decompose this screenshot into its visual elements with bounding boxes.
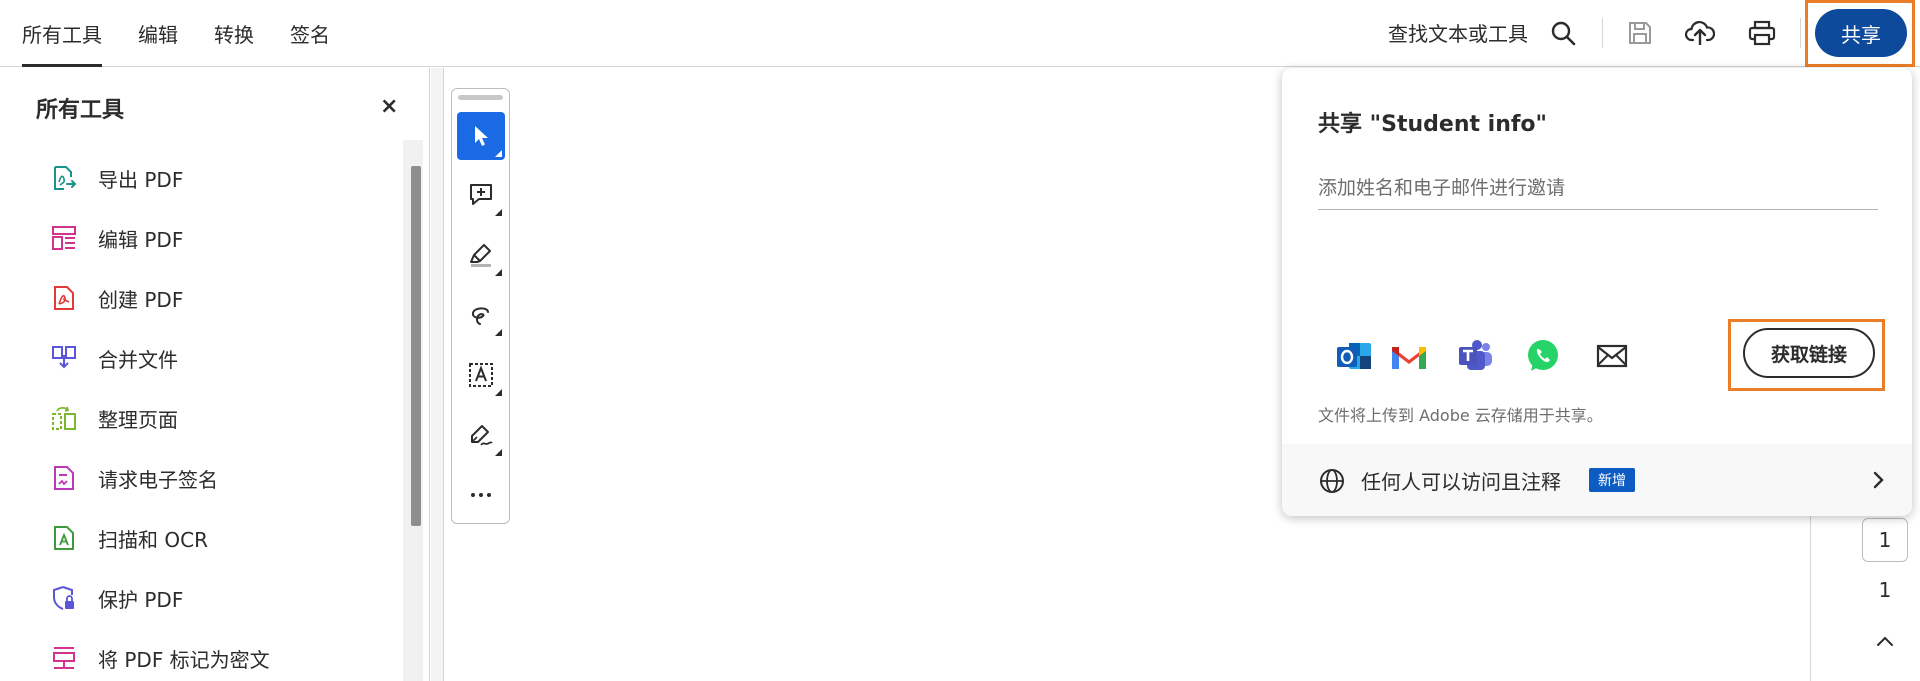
export-pdf-icon	[50, 164, 78, 192]
organize-pages-icon	[50, 404, 78, 432]
search-tools-button[interactable]: 查找文本或工具	[1388, 18, 1528, 47]
scan-ocr-icon	[50, 524, 78, 552]
panel-scrollbar-thumb[interactable]	[411, 166, 421, 526]
tool-edit-pdf[interactable]: 编辑 PDF	[0, 208, 400, 268]
tool-label: 扫描和 OCR	[98, 527, 208, 552]
total-pages: 1	[1878, 578, 1892, 602]
current-page-input[interactable]: 1	[1862, 518, 1908, 562]
share-note: 文件将上传到 Adobe 云存储用于共享。	[1318, 406, 1603, 425]
chevron-up-icon[interactable]	[1872, 628, 1898, 654]
print-icon[interactable]	[1745, 16, 1779, 50]
share-button[interactable]: 共享	[1815, 9, 1907, 57]
tool-label: 合并文件	[98, 347, 178, 372]
more-icon[interactable]	[457, 471, 505, 519]
panel-title: 所有工具	[36, 98, 125, 123]
tool-list: 导出 PDF 编辑 PDF 创建 PDF 合并文件 整理页面 请求电子签名 扫描…	[0, 148, 400, 681]
top-toolbar: 所有工具 编辑 转换 签名 查找文本或工具 共享	[0, 0, 1920, 67]
tab-convert[interactable]: 转换	[214, 0, 254, 67]
top-nav: 所有工具 编辑 转换 签名	[22, 0, 366, 67]
close-icon[interactable]: ×	[380, 94, 398, 119]
mail-icon[interactable]	[1592, 336, 1632, 376]
get-link-button[interactable]: 获取链接	[1743, 328, 1875, 378]
gmail-icon[interactable]	[1389, 336, 1429, 376]
tool-label: 创建 PDF	[98, 287, 184, 312]
whatsapp-icon[interactable]	[1523, 336, 1563, 376]
tool-label: 保护 PDF	[98, 587, 184, 612]
submenu-indicator	[495, 329, 502, 336]
tab-edit[interactable]: 编辑	[138, 0, 178, 67]
acrobat-window: 所有工具 编辑 转换 签名 查找文本或工具 共享 所有工具 × 导出 PDF 编…	[0, 0, 1920, 681]
combine-files-icon	[50, 344, 78, 372]
search-icon[interactable]	[1546, 16, 1580, 50]
globe-icon	[1318, 467, 1346, 495]
outlook-icon[interactable]	[1334, 336, 1374, 376]
new-badge: 新增	[1589, 468, 1635, 492]
tool-export-pdf[interactable]: 导出 PDF	[0, 148, 400, 208]
chevron-right-icon[interactable]	[1866, 468, 1890, 492]
select-icon[interactable]	[457, 112, 505, 160]
tab-all-tools[interactable]: 所有工具	[22, 0, 102, 67]
tool-request-esign[interactable]: 请求电子签名	[0, 448, 400, 508]
sign-icon[interactable]	[457, 411, 505, 459]
share-title: 共享 "Student info"	[1318, 112, 1548, 137]
teams-icon[interactable]	[1456, 336, 1496, 376]
protect-pdf-icon	[50, 584, 78, 612]
add-comment-icon[interactable]	[457, 171, 505, 219]
tool-scan-ocr[interactable]: 扫描和 OCR	[0, 508, 400, 568]
invite-field	[1318, 168, 1878, 210]
share-popover: 共享 "Student info" 获取链接 文件将上传到 Adobe 云存储用…	[1282, 68, 1912, 516]
edit-pdf-icon	[50, 224, 78, 252]
access-settings-row[interactable]: 任何人可以访问且注释 新增	[1282, 444, 1912, 516]
panel-gutter	[431, 68, 444, 681]
drag-handle[interactable]	[458, 95, 503, 100]
submenu-indicator	[495, 150, 502, 157]
quick-tools-bar	[451, 88, 510, 524]
highlight-icon[interactable]	[457, 231, 505, 279]
tool-redact-pdf[interactable]: 将 PDF 标记为密文	[0, 628, 400, 681]
cloud-upload-icon[interactable]	[1683, 16, 1717, 50]
tool-label: 编辑 PDF	[98, 227, 184, 252]
tool-label: 导出 PDF	[98, 167, 184, 192]
all-tools-panel: 所有工具 × 导出 PDF 编辑 PDF 创建 PDF 合并文件 整理页面 请求…	[0, 68, 430, 681]
tool-protect-pdf[interactable]: 保护 PDF	[0, 568, 400, 628]
access-label: 任何人可以访问且注释	[1361, 470, 1561, 494]
tool-label: 整理页面	[98, 407, 178, 432]
submenu-indicator	[495, 389, 502, 396]
draw-icon[interactable]	[457, 291, 505, 339]
submenu-indicator	[495, 449, 502, 456]
redact-pdf-icon	[50, 644, 78, 672]
tab-sign[interactable]: 签名	[290, 0, 330, 67]
add-text-icon[interactable]	[457, 351, 505, 399]
tool-create-pdf[interactable]: 创建 PDF	[0, 268, 400, 328]
create-pdf-icon	[50, 284, 78, 312]
toolbar-divider	[1602, 18, 1603, 48]
tool-organize-pages[interactable]: 整理页面	[0, 388, 400, 448]
toolbar-divider	[1800, 18, 1801, 48]
invite-input[interactable]	[1318, 168, 1878, 208]
submenu-indicator	[495, 209, 502, 216]
submenu-indicator	[495, 269, 502, 276]
tool-label: 请求电子签名	[98, 467, 218, 492]
request-esign-icon	[50, 464, 78, 492]
tool-label: 将 PDF 标记为密文	[98, 647, 270, 672]
save-icon[interactable]	[1623, 16, 1657, 50]
tool-combine-files[interactable]: 合并文件	[0, 328, 400, 388]
